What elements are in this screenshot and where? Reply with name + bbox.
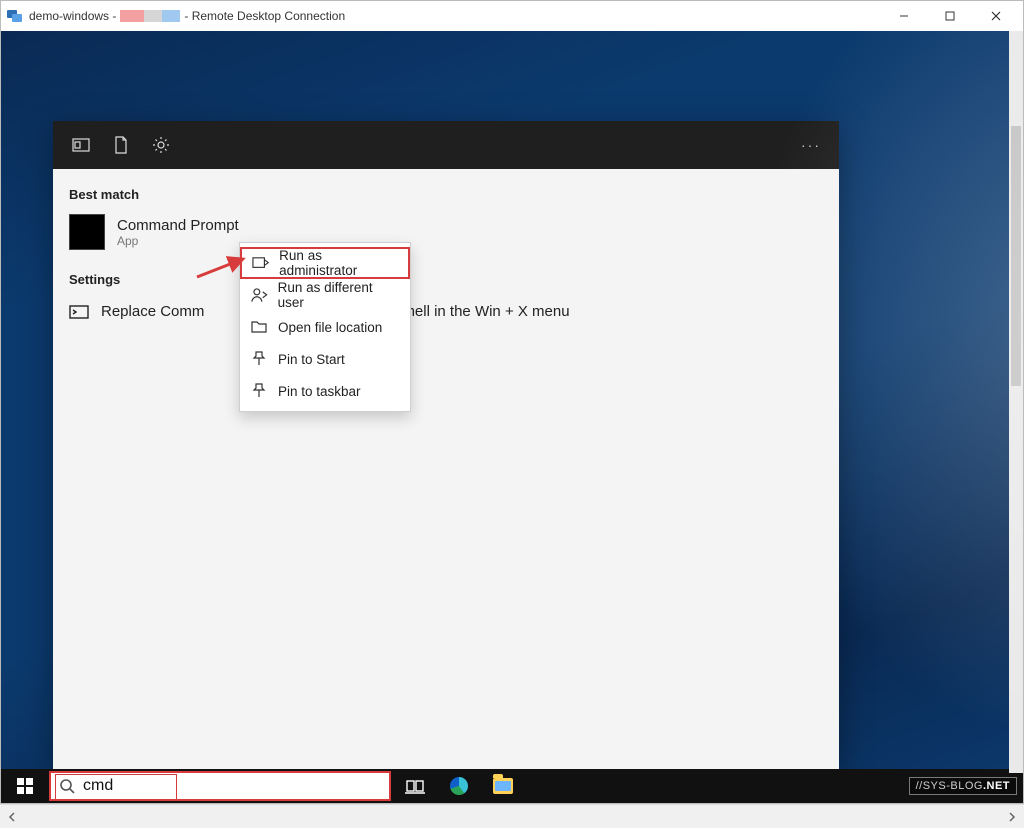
best-match-result[interactable]: Command Prompt App — [53, 208, 839, 256]
scrollbar-thumb[interactable] — [1011, 126, 1021, 386]
watermark-badge: //SYS-BLOG.NET — [909, 777, 1017, 795]
user-icon — [250, 286, 268, 304]
ctx-open-loc-label: Open file location — [278, 320, 382, 335]
maximize-button[interactable] — [927, 1, 973, 31]
watermark-prefix: //SYS-BLOG — [916, 780, 983, 792]
pin-start-icon — [250, 350, 268, 368]
remote-desktop: ··· Best match Command Prompt App Settin… — [1, 31, 1023, 803]
ctx-pin-to-taskbar[interactable]: Pin to taskbar — [240, 375, 410, 407]
start-button[interactable] — [1, 769, 49, 803]
ctx-run-as-different-user[interactable]: Run as different user — [240, 279, 410, 311]
filter-apps-icon[interactable] — [61, 121, 101, 169]
more-options-button[interactable]: ··· — [791, 121, 831, 169]
ctx-run-as-admin[interactable]: Run as administrator — [240, 247, 410, 279]
rdc-titlebar: demo-windows - - Remote Desktop Connecti… — [1, 1, 1023, 31]
context-menu: Run as administrator Run as different us… — [239, 242, 411, 412]
ctx-pin-start-label: Pin to Start — [278, 352, 345, 367]
taskbar: //SYS-BLOG.NET — [1, 769, 1023, 803]
minimize-button[interactable] — [881, 1, 927, 31]
taskbar-search-input[interactable] — [83, 777, 381, 795]
best-match-title: Command Prompt — [117, 217, 239, 234]
ctx-pin-taskbar-label: Pin to taskbar — [278, 384, 361, 399]
start-search-panel: ··· Best match Command Prompt App Settin… — [53, 121, 839, 769]
folder-open-icon — [250, 318, 268, 336]
taskbar-edge-icon[interactable] — [437, 769, 481, 803]
watermark-suffix: .NET — [983, 780, 1010, 792]
outer-horizontal-scrollbar[interactable] — [0, 804, 1024, 828]
scroll-left-button[interactable] — [0, 805, 24, 829]
start-top-bar: ··· — [53, 121, 839, 169]
best-match-header: Best match — [53, 181, 839, 208]
rdc-title-suffix: - Remote Desktop Connection — [184, 9, 345, 23]
rdc-title: demo-windows - - Remote Desktop Connecti… — [29, 9, 345, 23]
rdc-title-redacted — [120, 10, 180, 22]
system-tray: //SYS-BLOG.NET — [909, 769, 1023, 803]
taskbar-search-box[interactable] — [49, 771, 391, 801]
close-button[interactable] — [973, 1, 1019, 31]
filter-documents-icon[interactable] — [101, 121, 141, 169]
pin-taskbar-icon — [250, 382, 268, 400]
settings-result[interactable]: Replace Comm s PowerShell in the Win + X… — [53, 293, 839, 330]
scroll-track[interactable] — [24, 811, 1000, 823]
ctx-run-diff-label: Run as different user — [278, 280, 400, 310]
ctx-pin-to-start[interactable]: Pin to Start — [240, 343, 410, 375]
scroll-right-button[interactable] — [1000, 805, 1024, 829]
taskbar-explorer-icon[interactable] — [481, 769, 525, 803]
start-results-body: Best match Command Prompt App Settings R… — [53, 169, 839, 769]
best-match-subtitle: App — [117, 234, 239, 248]
filter-settings-icon[interactable] — [141, 121, 181, 169]
admin-shield-icon — [252, 254, 269, 272]
console-icon — [69, 305, 89, 319]
remote-vertical-scrollbar[interactable] — [1009, 31, 1023, 773]
task-view-button[interactable] — [393, 769, 437, 803]
ctx-run-as-admin-label: Run as administrator — [279, 248, 398, 278]
rdc-app-icon — [7, 8, 23, 24]
rdc-title-prefix: demo-windows - — [29, 9, 116, 23]
rdc-window: demo-windows - - Remote Desktop Connecti… — [0, 0, 1024, 804]
command-prompt-icon — [69, 214, 105, 250]
settings-text-pre: Replace Comm — [101, 303, 204, 320]
ctx-open-file-location[interactable]: Open file location — [240, 311, 410, 343]
search-icon — [59, 778, 75, 794]
settings-header: Settings — [53, 266, 839, 293]
